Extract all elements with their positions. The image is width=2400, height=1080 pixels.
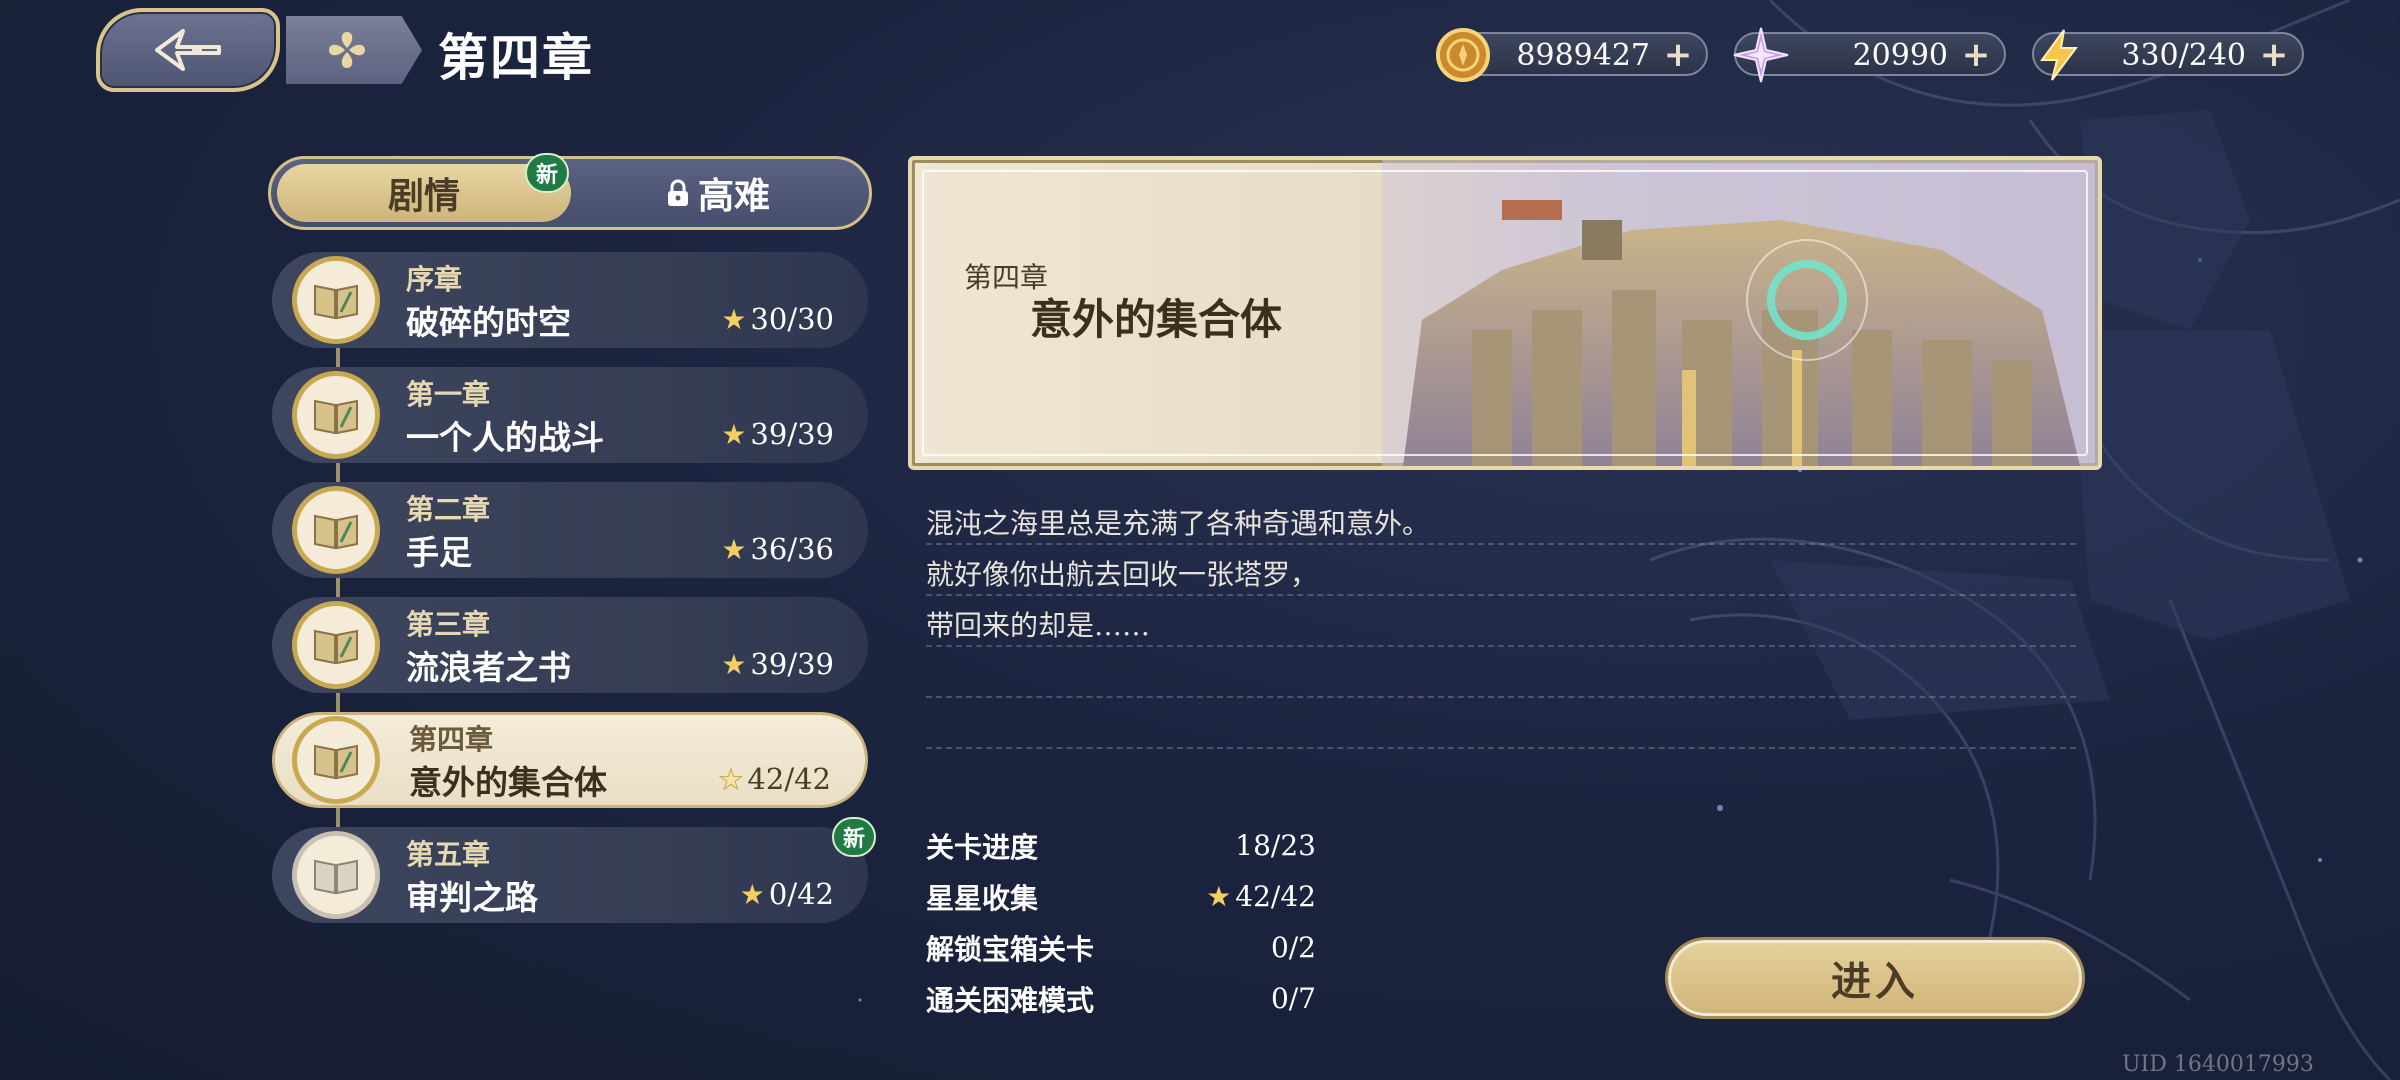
energy-add-button[interactable]: + bbox=[2258, 38, 2290, 72]
stat-label: 关卡进度 bbox=[926, 830, 1039, 864]
chapter-stats: 关卡进度 18/23 星星收集 ★ 42/42 解锁宝箱关卡 0/2 通关困难模式… bbox=[926, 820, 1316, 1024]
star-icon: ★ bbox=[721, 647, 747, 681]
stat-value: 42/42 bbox=[1235, 880, 1316, 913]
chapter-book-icon bbox=[292, 371, 380, 459]
crystal-star-icon bbox=[1732, 26, 1790, 84]
home-clover-icon bbox=[329, 32, 365, 68]
description-line: 带回来的却是…… bbox=[926, 596, 2076, 647]
star-icon: ★ bbox=[721, 532, 747, 566]
chapter-number: 第四章 bbox=[409, 723, 494, 756]
star-icon: ★ bbox=[739, 877, 765, 911]
chapter-name: 审判之路 bbox=[406, 878, 538, 917]
gold-coin-icon bbox=[1434, 26, 1492, 84]
chapter-number: 第五章 bbox=[406, 838, 491, 871]
back-button[interactable] bbox=[96, 8, 280, 92]
chapter-star-count: 39/39 bbox=[750, 647, 834, 681]
chapter-stars: ★ 42/42 bbox=[718, 762, 831, 796]
page-title: 第四章 bbox=[438, 28, 594, 87]
energy-amount: 330/240 bbox=[2121, 38, 2246, 73]
chapter-number: 第三章 bbox=[406, 608, 491, 641]
gold-add-button[interactable]: + bbox=[1662, 38, 1694, 72]
home-button[interactable] bbox=[286, 16, 422, 84]
crystal-currency: 20990 + bbox=[1733, 27, 2006, 83]
user-id: UID 1640017993 bbox=[2122, 1052, 2314, 1077]
chapter-item-5[interactable]: 第五章 审判之路 ★ 0/42 新 bbox=[272, 817, 876, 923]
chapter-book-icon bbox=[292, 831, 380, 919]
chapter-stars: ★ 30/30 bbox=[721, 302, 834, 336]
crystal-add-button[interactable]: + bbox=[1960, 38, 1992, 72]
stat-row-stars: 星星收集 ★ 42/42 bbox=[926, 871, 1316, 922]
chapter-book-icon bbox=[292, 486, 380, 574]
stat-row-hard-mode: 通关困难模式 0/7 bbox=[926, 973, 1316, 1024]
chapter-item-1[interactable]: 第一章 一个人的战斗 ★ 39/39 bbox=[272, 367, 868, 463]
chapter-item-4-selected[interactable]: 第四章 意外的集合体 ★ 42/42 bbox=[272, 712, 868, 808]
lock-icon bbox=[667, 179, 688, 206]
stat-value: 0/2 bbox=[1270, 931, 1316, 964]
chapter-number: 第二章 bbox=[406, 493, 491, 526]
stat-row-progress: 关卡进度 18/23 bbox=[926, 820, 1316, 871]
description-line: 混沌之海里总是充满了各种奇遇和意外。 bbox=[926, 494, 2076, 545]
tab-hard-label: 高难 bbox=[697, 175, 770, 217]
chapter-description: 混沌之海里总是充满了各种奇遇和意外。 就好像你出航去回收一张塔罗， 带回来的却是… bbox=[926, 494, 2076, 749]
tab-hard[interactable]: 高难 bbox=[571, 164, 865, 222]
stat-row-chest: 解锁宝箱关卡 0/2 bbox=[926, 922, 1316, 973]
chapter-name: 一个人的战斗 bbox=[406, 418, 604, 457]
chapter-number: 第一章 bbox=[406, 378, 491, 411]
star-icon: ★ bbox=[721, 302, 747, 336]
chapter-book-icon bbox=[292, 601, 380, 689]
stat-label: 星星收集 bbox=[926, 881, 1039, 915]
gold-currency: 8989427 + bbox=[1436, 28, 1708, 82]
description-line bbox=[926, 647, 2076, 698]
lightning-energy-icon bbox=[2030, 26, 2088, 84]
chapter-star-count: 36/36 bbox=[750, 532, 834, 566]
chapter-stars: ★ 39/39 bbox=[721, 647, 834, 681]
stat-label: 解锁宝箱关卡 bbox=[926, 932, 1095, 966]
chapter-item-2[interactable]: 第二章 手足 ★ 36/36 bbox=[272, 482, 868, 578]
chapter-star-count: 30/30 bbox=[750, 302, 834, 336]
description-line bbox=[926, 698, 2076, 749]
chapter-name: 破碎的时空 bbox=[406, 303, 571, 342]
chapter-star-count: 42/42 bbox=[747, 762, 831, 796]
chapter-name: 手足 bbox=[406, 533, 472, 572]
description-line: 就好像你出航去回收一张塔罗， bbox=[926, 545, 2076, 596]
chapter-new-badge: 新 bbox=[832, 817, 876, 857]
stat-value: 18/23 bbox=[1235, 829, 1316, 862]
star-icon: ★ bbox=[1206, 880, 1232, 913]
chapter-star-count: 0/42 bbox=[768, 877, 834, 911]
star-icon: ★ bbox=[718, 762, 744, 796]
enter-button-label: 进入 bbox=[1831, 958, 1919, 1005]
chapter-book-icon bbox=[292, 716, 380, 804]
story-new-badge: 新 bbox=[525, 153, 569, 193]
back-arrow-icon bbox=[155, 29, 221, 71]
chapter-item-prologue[interactable]: 序章 破碎的时空 ★ 30/30 bbox=[272, 252, 868, 348]
chapter-item-3[interactable]: 第三章 流浪者之书 ★ 39/39 bbox=[272, 597, 868, 693]
stat-label: 通关困难模式 bbox=[926, 983, 1095, 1017]
chapter-stars: ★ 36/36 bbox=[721, 532, 834, 566]
chapter-stars: ★ 0/42 bbox=[740, 877, 834, 911]
chapter-star-count: 39/39 bbox=[750, 417, 834, 451]
crystal-amount: 20990 bbox=[1852, 38, 1948, 73]
star-icon: ★ bbox=[721, 417, 747, 451]
energy-currency: 330/240 + bbox=[2032, 29, 2304, 81]
stat-value: 0/7 bbox=[1270, 982, 1316, 1015]
chapter-banner: 第四章 意外的集合体 bbox=[908, 156, 2102, 470]
chapter-number: 序章 bbox=[406, 263, 463, 296]
mode-tabs: 剧情 新 高难 bbox=[268, 153, 872, 230]
stat-value-with-star: ★ 42/42 bbox=[1206, 880, 1316, 913]
chapter-name: 意外的集合体 bbox=[409, 763, 607, 802]
chapter-book-icon bbox=[292, 256, 380, 344]
tab-story-label: 剧情 bbox=[387, 175, 460, 217]
gold-amount: 8989427 bbox=[1516, 38, 1650, 73]
enter-button[interactable]: 进入 bbox=[1668, 940, 2082, 1016]
chapter-stars: ★ 39/39 bbox=[721, 417, 834, 451]
banner-chapter-title: 意外的集合体 bbox=[1030, 295, 1283, 344]
chapter-name: 流浪者之书 bbox=[406, 648, 571, 687]
